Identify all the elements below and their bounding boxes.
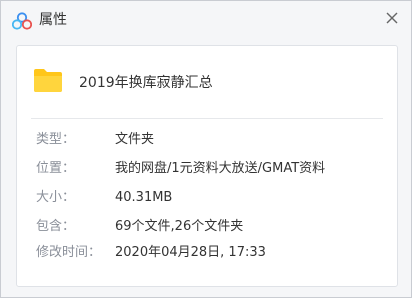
file-header: 2019年换库寂静汇总 — [17, 46, 397, 110]
property-row-size: 大小： 40.31MB — [17, 188, 397, 208]
property-value: 我的网盘/1元资料大放送/GMAT资料 — [115, 161, 326, 176]
close-icon[interactable] — [383, 9, 401, 27]
property-label: 类型： — [36, 132, 76, 147]
property-row-type: 类型： 文件夹 — [17, 130, 397, 150]
property-label: 大小： — [36, 190, 76, 205]
property-row-location: 位置： 我的网盘/1元资料大放送/GMAT资料 — [17, 159, 397, 179]
property-value: 文件夹 — [115, 132, 155, 147]
property-value: 40.31MB — [115, 190, 173, 205]
property-label: 包含： — [36, 219, 76, 234]
property-label: 修改时间： — [36, 245, 102, 260]
divider — [31, 118, 383, 119]
folder-icon — [34, 69, 62, 92]
property-value: 2020年04月28日, 17:33 — [115, 245, 266, 260]
property-row-modified: 修改时间： 2020年04月28日, 17:33 — [17, 243, 397, 263]
dialog-title: 属性 — [39, 12, 67, 28]
file-name: 2019年换库寂静汇总 — [79, 75, 213, 91]
properties-panel: 2019年换库寂静汇总 类型： 文件夹 位置： 我的网盘/1元资料大放送/GMA… — [16, 45, 398, 287]
property-label: 位置： — [36, 161, 76, 176]
title-bar[interactable]: 属性 — [1, 1, 411, 41]
properties-dialog: 属性 2019年换库寂静汇总 类型： 文件夹 位置： 我的网盘/1元资料大放送/… — [0, 0, 412, 298]
cloud-logo-icon — [12, 12, 32, 30]
property-row-contains: 包含： 69个文件,26个文件夹 — [17, 217, 397, 237]
property-value: 69个文件,26个文件夹 — [115, 219, 244, 234]
